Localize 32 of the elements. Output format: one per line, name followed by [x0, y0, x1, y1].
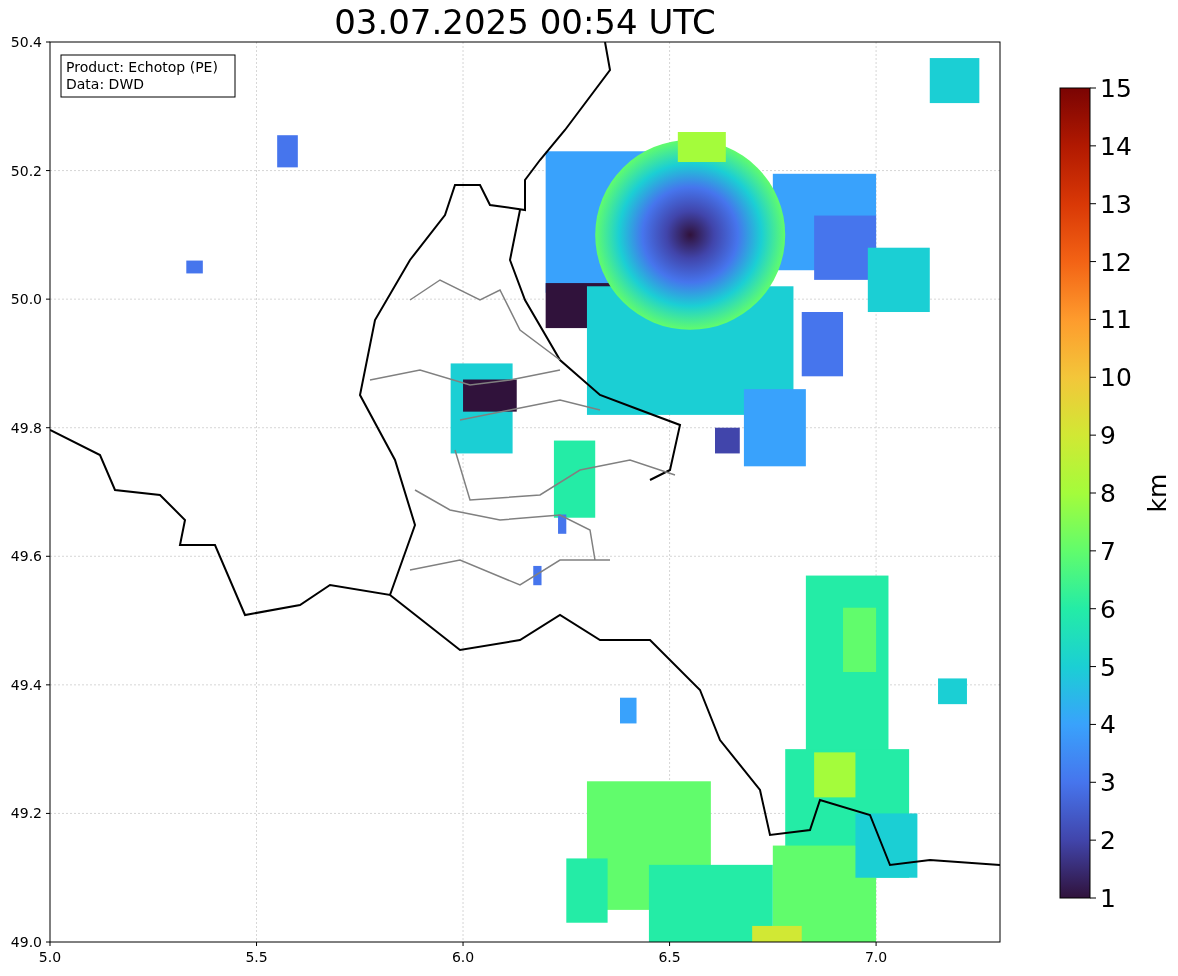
axis-tick-label: 49.8 — [10, 419, 42, 436]
info-text: Data: DWD — [66, 76, 144, 92]
colorbar-tick-label: 8 — [1100, 479, 1116, 508]
axis-tick-label: 5.0 — [38, 949, 62, 965]
colorbar-tick-label: 10 — [1100, 363, 1132, 393]
axis-tick-label: 6.0 — [451, 949, 475, 965]
axis-tick-label: 49.4 — [10, 676, 42, 693]
colorbar-tick-label: 11 — [1100, 305, 1132, 335]
colorbar-tick-label: 1 — [1100, 884, 1116, 913]
colorbar-label: km — [1143, 473, 1172, 513]
colorbar-tick-label: 15 — [1100, 74, 1132, 103]
axis-tick-label: 7.0 — [864, 949, 888, 965]
colorbar-tick-label: 14 — [1100, 131, 1132, 161]
colorbar-tick-label: 12 — [1100, 247, 1132, 277]
colorbar-tick-label: 9 — [1100, 421, 1116, 451]
axis-tick-label: 5.5 — [245, 949, 268, 965]
colorbar-tick-label: 4 — [1100, 710, 1116, 740]
axis-tick-label: 50.2 — [10, 162, 42, 179]
colorbar-tick-label: 7 — [1100, 536, 1116, 566]
colorbar-tick-label: 5 — [1100, 652, 1116, 682]
axis-tick-label: 6.5 — [658, 949, 681, 965]
axis-tick-label: 50.4 — [10, 34, 42, 50]
colorbar-tick-label: 13 — [1100, 189, 1132, 219]
axis-tick-label: 49.2 — [10, 805, 42, 822]
colorbar-tick-label: 3 — [1100, 768, 1116, 798]
info-text: Product: Echotop (PE) — [66, 59, 218, 75]
axis-tick-label: 49.0 — [10, 934, 42, 950]
colorbar-tick-label: 2 — [1100, 826, 1116, 856]
colorbar-tick-label: 6 — [1100, 594, 1116, 624]
axis-tick-label: 50.0 — [10, 291, 42, 308]
chart-title: 03.07.2025 00:54 UTC — [334, 2, 716, 42]
axis-tick-label: 49.6 — [10, 548, 42, 565]
